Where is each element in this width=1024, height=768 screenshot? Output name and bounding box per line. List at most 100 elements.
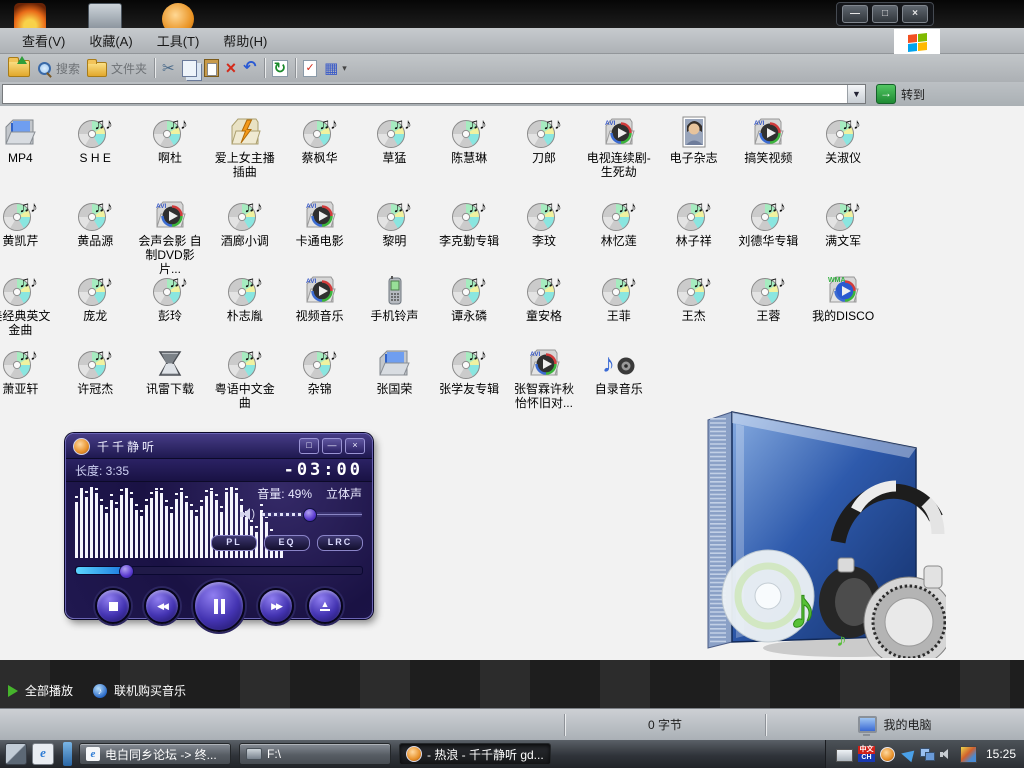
file-icon[interactable]: ♫♪酒廊小调 xyxy=(207,197,282,276)
taskbar-button-2[interactable]: - 热浪 - 千千静听 gd... xyxy=(399,743,551,765)
address-input[interactable] xyxy=(2,84,866,104)
address-dropdown-button[interactable]: ▼ xyxy=(847,85,865,103)
player-minimize-button[interactable]: — xyxy=(322,438,342,454)
file-icon[interactable]: ♫♪李玟 xyxy=(507,197,582,276)
tray-pointer-icon[interactable] xyxy=(900,747,915,762)
file-icon[interactable]: ♫♪林忆莲 xyxy=(581,197,656,276)
file-icon[interactable]: ♫♪林子祥 xyxy=(656,197,731,276)
file-icon[interactable]: ♫♪S H E xyxy=(58,114,133,179)
lrc-button[interactable]: LRC xyxy=(317,535,363,551)
go-button[interactable]: → 转到 xyxy=(876,84,925,104)
seek-knob[interactable] xyxy=(119,564,134,579)
computer-globe-icon[interactable] xyxy=(88,3,122,28)
file-icon[interactable]: ♫♪王杰 xyxy=(656,272,731,337)
file-icon[interactable]: ♫♪杂锦 xyxy=(282,345,357,410)
file-icon[interactable]: 张国荣 xyxy=(357,345,432,410)
player-close-button[interactable]: × xyxy=(345,438,365,454)
taskbar-handle[interactable] xyxy=(63,742,72,766)
volume-knob[interactable] xyxy=(303,508,317,522)
menu-item-0[interactable]: 查看(V) xyxy=(10,28,77,53)
folders-button[interactable]: 文件夹 xyxy=(87,59,147,77)
burning-disc-icon[interactable] xyxy=(14,3,46,28)
file-icon[interactable]: ♫♪啊杜 xyxy=(133,114,208,179)
file-icon[interactable]: ♫♪庞龙 xyxy=(58,272,133,337)
search-button[interactable]: 搜索 xyxy=(37,60,80,77)
player-title-bar[interactable]: 千千静听 □—× xyxy=(66,434,372,459)
taskbar-button-0[interactable]: e电白同乡论坛 -> 终... xyxy=(79,743,231,765)
tray-display-icon[interactable] xyxy=(960,746,977,763)
launch-ie-quicklaunch-icon[interactable]: e xyxy=(32,743,54,765)
music-task-0[interactable]: 全部播放 xyxy=(8,682,73,699)
up-button[interactable] xyxy=(8,60,30,77)
file-icon[interactable]: ♫♪王菲 xyxy=(581,272,656,337)
file-icon[interactable]: ♫♪张学友专辑 xyxy=(432,345,507,410)
file-icon[interactable]: ♫♪草猛 xyxy=(357,114,432,179)
undo-button[interactable]: ↶ xyxy=(243,60,256,76)
menu-item-2[interactable]: 工具(T) xyxy=(145,28,212,53)
file-icon[interactable]: 电子杂志 xyxy=(656,114,731,179)
file-icon[interactable]: ♫♪美经典英文金曲 xyxy=(0,272,58,337)
file-icon[interactable]: AVI 视频音乐 xyxy=(282,272,357,337)
file-icon[interactable]: ♫♪许冠杰 xyxy=(58,345,133,410)
pause-button[interactable] xyxy=(193,580,245,632)
file-icon[interactable]: WMA 我的DISCO xyxy=(806,272,881,337)
file-icon[interactable]: AVI 张智霖许秋怡怀旧对... xyxy=(507,345,582,410)
player-maximize-button[interactable]: □ xyxy=(299,438,319,454)
file-icon[interactable]: AVI 电视连续剧-生死劫 xyxy=(581,114,656,179)
tray-ttplayer-icon[interactable] xyxy=(880,747,895,762)
rewind-button[interactable]: ◀◀ xyxy=(144,588,180,624)
taskbar-button-1[interactable]: F:\ xyxy=(239,743,391,765)
file-icon[interactable]: ♪ 自录音乐 xyxy=(581,345,656,410)
views-dropdown-icon[interactable]: ▾ xyxy=(342,63,347,74)
file-icon[interactable]: ♫♪黎明 xyxy=(357,197,432,276)
volume-slider[interactable] xyxy=(262,512,362,517)
orange-app-icon[interactable] xyxy=(162,3,194,28)
music-task-1[interactable]: ♪联机购买音乐 xyxy=(93,682,186,699)
file-icon[interactable]: AVI 会声会影 自制DVD影片... xyxy=(133,197,208,276)
file-icon[interactable]: ♫♪童安格 xyxy=(507,272,582,337)
tray-volume-icon[interactable] xyxy=(940,747,955,762)
delete-button[interactable]: × xyxy=(226,60,237,76)
file-icon[interactable]: ♫♪黄品源 xyxy=(58,197,133,276)
menu-item-1[interactable]: 收藏(A) xyxy=(77,28,144,53)
pl-button[interactable]: PL xyxy=(211,535,257,551)
file-icon[interactable]: ♫♪关淑仪 xyxy=(806,114,881,179)
file-icon[interactable]: ♫♪黄凯芹 xyxy=(0,197,58,276)
tray-lang-icon[interactable]: 中文CH xyxy=(858,746,875,762)
file-icon[interactable]: ♫♪满文军 xyxy=(806,197,881,276)
tasks-button[interactable]: ✓ xyxy=(303,60,317,77)
views-button[interactable]: ▦▾ xyxy=(324,61,347,76)
cut-button[interactable]: ✂ xyxy=(162,61,175,76)
eject-button[interactable]: ▲ xyxy=(307,588,343,624)
file-icon[interactable]: ♫♪萧亚轩 xyxy=(0,345,58,410)
stop-button[interactable] xyxy=(95,588,131,624)
tray-keyboard-icon[interactable] xyxy=(836,749,853,762)
file-icon[interactable]: 手机铃声 xyxy=(357,272,432,337)
file-icon[interactable]: ♫♪陈慧琳 xyxy=(432,114,507,179)
speaker-icon[interactable]: ) xyxy=(240,508,255,521)
file-icon[interactable]: MP4 xyxy=(0,114,58,179)
minimize-button[interactable]: — xyxy=(842,5,868,23)
file-icon[interactable]: ♫♪谭永磷 xyxy=(432,272,507,337)
file-icon[interactable]: ♫♪刀郎 xyxy=(507,114,582,179)
paste-button[interactable] xyxy=(204,59,219,77)
copy-button[interactable] xyxy=(182,60,197,77)
file-icon[interactable]: AVI 搞笑视频 xyxy=(731,114,806,179)
tray-network-icon[interactable] xyxy=(920,747,935,762)
file-icon[interactable]: ♫♪李克勤专辑 xyxy=(432,197,507,276)
restore-button[interactable]: □ xyxy=(872,5,898,23)
close-button[interactable]: × xyxy=(902,5,928,23)
show-desktop-quicklaunch-icon[interactable] xyxy=(5,743,27,765)
file-icon[interactable]: ♫♪刘德华专辑 xyxy=(731,197,806,276)
menu-item-3[interactable]: 帮助(H) xyxy=(211,28,279,53)
forward-button[interactable]: ▶▶ xyxy=(258,588,294,624)
file-icon[interactable]: ♫♪粤语中文金曲 xyxy=(207,345,282,410)
eq-button[interactable]: EQ xyxy=(264,535,310,551)
file-icon[interactable]: ♫♪王蓉 xyxy=(731,272,806,337)
file-icon[interactable]: ♫♪彭玲 xyxy=(133,272,208,337)
file-icon[interactable]: 讯雷下载 xyxy=(133,345,208,410)
file-icon[interactable]: 爱上女主播插曲 xyxy=(207,114,282,179)
file-icon[interactable]: ♫♪蔡枫华 xyxy=(282,114,357,179)
seek-bar[interactable] xyxy=(75,566,363,575)
file-icon[interactable]: AVI 卡通电影 xyxy=(282,197,357,276)
